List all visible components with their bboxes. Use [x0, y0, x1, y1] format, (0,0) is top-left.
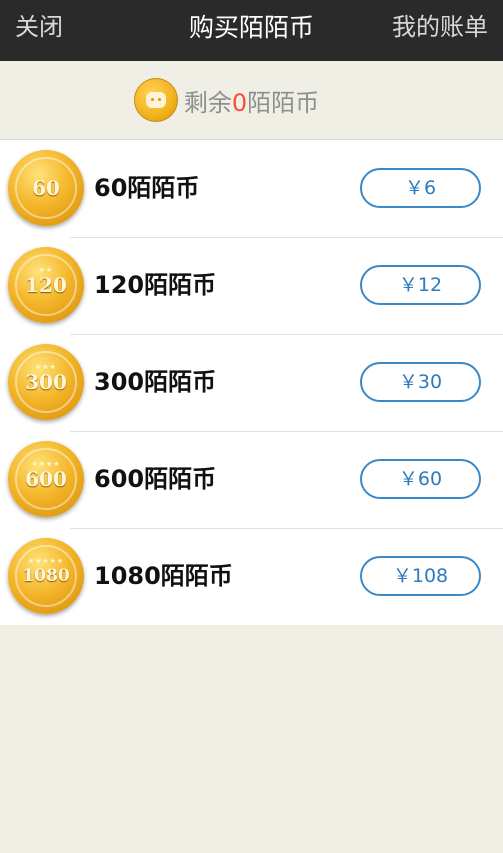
coin-value-text: 60 — [32, 176, 60, 200]
gold-coin-icon: ★★ 120 — [8, 247, 84, 323]
buy-button-60[interactable]: ￥6 — [360, 168, 481, 208]
gold-coin-icon: 60 — [8, 150, 84, 226]
package-row-600: ★★★★ 600 600陌陌币 ￥60 — [0, 431, 503, 528]
gold-coin-icon: ★★★★ 600 — [8, 441, 84, 517]
package-row-300: ★★★ 300 300陌陌币 ￥30 — [0, 334, 503, 431]
package-label: 1080陌陌币 — [94, 562, 233, 590]
coin-value-text: 600 — [25, 467, 67, 491]
balance-bar: 剩余0陌陌币 — [0, 61, 503, 140]
package-row-120: ★★ 120 120陌陌币 ￥12 — [0, 237, 503, 334]
coin-value-text: 300 — [25, 370, 67, 394]
package-label: 600陌陌币 — [94, 465, 217, 493]
gold-coin-icon: ★★★ 300 — [8, 344, 84, 420]
balance-text: 剩余0陌陌币 — [184, 83, 319, 118]
package-label: 120陌陌币 — [94, 271, 217, 299]
coin-value-text: 120 — [25, 273, 67, 297]
balance-prefix: 剩余 — [183, 88, 232, 117]
coin-value-text: 1080 — [22, 566, 70, 586]
package-row-1080: ★★★★★ 1080 1080陌陌币 ￥108 — [0, 528, 503, 625]
coin-face-icon — [145, 92, 166, 108]
buy-button-300[interactable]: ￥30 — [360, 362, 481, 402]
gold-coin-icon: ★★★★★ 1080 — [8, 538, 84, 614]
balance-suffix: 陌陌币 — [247, 88, 320, 117]
buy-button-1080[interactable]: ￥108 — [360, 556, 481, 596]
buy-button-120[interactable]: ￥12 — [360, 265, 481, 305]
package-row-60: 60 60陌陌币 ￥6 — [0, 140, 503, 237]
package-label: 60陌陌币 — [94, 174, 200, 202]
coin-package-list: 60 60陌陌币 ￥6 ★★ 120 120陌陌币 ￥12 ★★★ 300 30… — [0, 140, 503, 625]
balance-amount: 0 — [231, 88, 248, 117]
balance-display: 剩余0陌陌币 — [133, 78, 319, 122]
top-navbar: 购买陌陌币 关闭 我的账单 — [0, 0, 503, 61]
close-button[interactable]: 关闭 — [15, 0, 63, 61]
package-label: 300陌陌币 — [94, 368, 217, 396]
buy-button-600[interactable]: ￥60 — [360, 459, 481, 499]
momo-coin-icon — [133, 78, 178, 122]
my-bills-button[interactable]: 我的账单 — [392, 0, 488, 61]
